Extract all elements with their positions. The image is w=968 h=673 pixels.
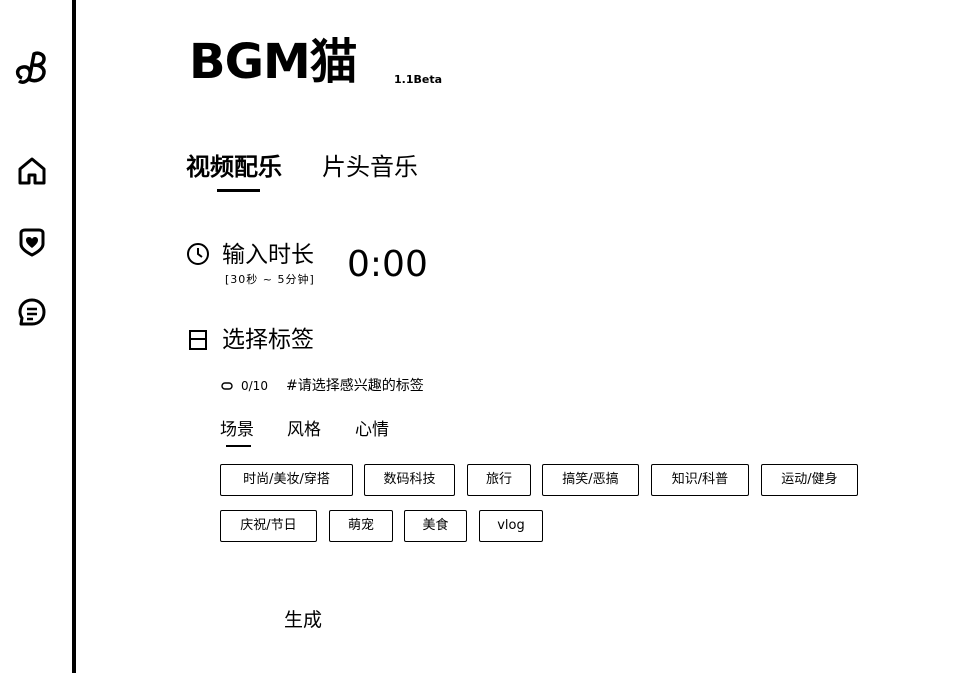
tag-button[interactable]: 知识/科普 <box>651 464 749 496</box>
app-logo-icon[interactable] <box>14 48 50 88</box>
tag-button[interactable]: 萌宠 <box>329 510 393 542</box>
tag-button[interactable]: 时尚/美妆/穿搭 <box>220 464 353 496</box>
tab-scene[interactable]: 场景 <box>220 418 254 442</box>
tag-button[interactable]: 数码科技 <box>364 464 455 496</box>
home-icon[interactable] <box>16 155 48 187</box>
duration-hint: [30秒 ~ 5分钟] <box>225 273 315 286</box>
tab-intro-music[interactable]: 片头音乐 <box>322 150 418 184</box>
generate-button[interactable]: 生成 <box>284 607 322 633</box>
active-tab-indicator <box>217 189 260 192</box>
heart-icon[interactable] <box>16 226 48 258</box>
duration-input[interactable]: 0:00 <box>347 242 428 288</box>
chat-icon[interactable] <box>16 296 48 328</box>
clock-icon <box>187 243 209 265</box>
tag-button[interactable]: 搞笑/恶搞 <box>542 464 639 496</box>
tag-counter-icon <box>221 382 233 390</box>
tag-button[interactable]: 运动/健身 <box>761 464 858 496</box>
tag-button[interactable]: 美食 <box>404 510 467 542</box>
tab-mood[interactable]: 心情 <box>355 418 389 442</box>
tag-button[interactable]: 庆祝/节日 <box>220 510 317 542</box>
version-label: 1.1Beta <box>394 73 443 86</box>
tag-button[interactable]: 旅行 <box>467 464 531 496</box>
sidebar <box>0 0 76 673</box>
tab-video-bgm[interactable]: 视频配乐 <box>186 150 282 184</box>
app-logo-text: BGM猫 <box>189 34 358 90</box>
app-logo: BGM猫 <box>189 30 358 94</box>
active-category-indicator <box>226 445 251 447</box>
tags-title: 选择标签 <box>222 327 314 353</box>
duration-title: 输入时长 <box>222 242 314 268</box>
calendar-icon <box>189 330 207 350</box>
tag-button[interactable]: vlog <box>479 510 543 542</box>
tag-counter: 0/10 <box>241 379 268 393</box>
tag-hint: #请选择感兴趣的标签 <box>286 378 424 394</box>
tab-style[interactable]: 风格 <box>287 418 321 442</box>
